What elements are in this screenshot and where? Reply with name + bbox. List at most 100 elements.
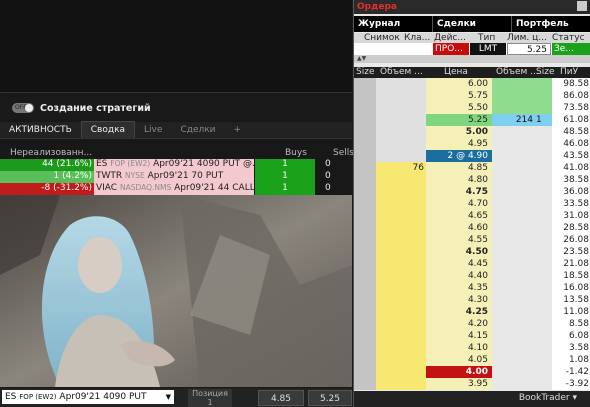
ask-size-cell[interactable] <box>535 330 552 342</box>
bid-size-cell[interactable] <box>354 102 376 114</box>
bid-volume-cell[interactable] <box>376 114 426 126</box>
bid-size-cell[interactable] <box>354 78 376 90</box>
bid-size-cell[interactable] <box>354 246 376 258</box>
tab-4[interactable]: + <box>225 122 251 138</box>
collapse-icon[interactable]: ▲▼ <box>357 55 366 62</box>
ask-volume-cell[interactable] <box>492 258 535 270</box>
book-row[interactable]: 4.70 33.58 <box>354 198 590 210</box>
book-row[interactable]: 5.75 86.08 <box>354 90 590 102</box>
book-row[interactable]: 4.25 11.08 <box>354 306 590 318</box>
ask-size-cell[interactable] <box>535 258 552 270</box>
order-col-header[interactable]: Снимок <box>364 33 400 43</box>
tab-0[interactable]: АКТИВНОСТЬ <box>0 122 81 138</box>
price-cell[interactable]: 4.30 <box>426 294 492 306</box>
ask-size-cell[interactable] <box>535 186 552 198</box>
book-col-header[interactable]: ПиУ <box>560 67 578 77</box>
book-row[interactable]: 4.80 38.58 <box>354 174 590 186</box>
bid-volume-cell[interactable] <box>376 294 426 306</box>
ask-volume-cell[interactable] <box>492 126 535 138</box>
ask-volume-cell[interactable] <box>492 330 535 342</box>
book-row[interactable]: 4.15 6.08 <box>354 330 590 342</box>
bid-volume-cell[interactable]: 76 <box>376 162 426 174</box>
ask-size-cell[interactable] <box>535 270 552 282</box>
book-row[interactable]: 3.95 -3.92 <box>354 378 590 390</box>
order-col-header[interactable]: Статус <box>552 33 585 43</box>
bid-size-cell[interactable] <box>354 258 376 270</box>
book-row[interactable]: 4.60 28.58 <box>354 222 590 234</box>
price-cell[interactable]: 4.20 <box>426 318 492 330</box>
unrealized-header[interactable]: Нереализованн... <box>10 148 92 158</box>
ask-volume-cell[interactable] <box>492 78 535 90</box>
bid-size-cell[interactable] <box>354 270 376 282</box>
caret-down-icon[interactable]: ▾ <box>572 393 577 403</box>
booktrader-label[interactable]: BookTrader <box>519 393 570 403</box>
ask-volume-cell[interactable] <box>492 282 535 294</box>
book-row[interactable]: 4.00 -1.42 <box>354 366 590 378</box>
ask-size-cell[interactable] <box>535 306 552 318</box>
bid-volume-cell[interactable] <box>376 234 426 246</box>
ask-volume-cell[interactable] <box>492 90 535 102</box>
ask-size-cell[interactable] <box>535 294 552 306</box>
ask-volume-cell[interactable] <box>492 246 535 258</box>
price-cell[interactable]: 5.75 <box>426 90 492 102</box>
book-col-header[interactable]: Объем ... <box>380 67 423 77</box>
ask-volume-cell[interactable] <box>492 378 535 390</box>
bid-volume-cell[interactable] <box>376 90 426 102</box>
bid-size-cell[interactable] <box>354 234 376 246</box>
book-row[interactable]: 5.50 73.58 <box>354 102 590 114</box>
ask-size-cell[interactable] <box>535 246 552 258</box>
ask-size-cell[interactable] <box>535 234 552 246</box>
ask-size-cell[interactable] <box>535 222 552 234</box>
book-col-header[interactable]: Цена <box>444 67 468 77</box>
bid-size-cell[interactable] <box>354 294 376 306</box>
bid-volume-cell[interactable] <box>376 378 426 390</box>
price-cell[interactable]: 4.40 <box>426 270 492 282</box>
book-row[interactable]: 4.45 21.08 <box>354 258 590 270</box>
bid-size-cell[interactable] <box>354 90 376 102</box>
bid-volume-cell[interactable] <box>376 186 426 198</box>
order-action[interactable]: ПРО... <box>433 43 469 55</box>
bid-volume-cell[interactable] <box>376 366 426 378</box>
price-cell[interactable]: 4.70 <box>426 198 492 210</box>
order-col-header[interactable]: Тип <box>478 33 495 43</box>
ask-size-cell[interactable] <box>535 198 552 210</box>
bid-volume-cell[interactable] <box>376 150 426 162</box>
ask-size-cell[interactable] <box>535 210 552 222</box>
price-cell[interactable]: 4.95 <box>426 138 492 150</box>
splitter[interactable]: ▲▼ <box>354 55 590 63</box>
ask-size-cell[interactable] <box>535 78 552 90</box>
ask-size-cell[interactable] <box>535 162 552 174</box>
ask-volume-cell[interactable] <box>492 150 535 162</box>
bid-button[interactable]: 4.85 <box>258 390 304 406</box>
bid-volume-cell[interactable] <box>376 318 426 330</box>
activity-row[interactable]: 44 (21.6%) ES FOP (EW2) Apr09'21 4090 PUT… <box>0 159 352 171</box>
ask-size-cell[interactable] <box>535 318 552 330</box>
price-cell[interactable]: 5.00 <box>426 126 492 138</box>
book-row[interactable]: 4.75 36.08 <box>354 186 590 198</box>
activity-row[interactable]: 1 (4.2%) TWTR NYSE Apr09'21 70 PUT 1 0 <box>0 171 352 183</box>
book-row[interactable]: 4.65 31.08 <box>354 210 590 222</box>
price-cell[interactable]: 4.05 <box>426 354 492 366</box>
ask-volume-cell[interactable] <box>492 162 535 174</box>
book-row[interactable]: 6.00 98.58 <box>354 78 590 90</box>
book-row[interactable]: 4.95 46.08 <box>354 138 590 150</box>
price-cell[interactable]: 4.75 <box>426 186 492 198</box>
price-cell[interactable]: 4.85 <box>426 162 492 174</box>
bid-size-cell[interactable] <box>354 378 376 390</box>
ask-volume-cell[interactable] <box>492 138 535 150</box>
ask-volume-cell[interactable] <box>492 198 535 210</box>
bid-size-cell[interactable] <box>354 318 376 330</box>
ask-volume-cell[interactable]: 214 <box>492 114 535 126</box>
price-cell[interactable]: 4.65 <box>426 210 492 222</box>
order-row[interactable]: ПРО... LMT 5.25 Зе... <box>354 43 590 55</box>
price-cell[interactable]: 4.55 <box>426 234 492 246</box>
ask-volume-cell[interactable] <box>492 102 535 114</box>
tab-2[interactable]: Live <box>135 122 171 138</box>
book-col-header[interactable]: Size <box>536 67 554 77</box>
bid-volume-cell[interactable] <box>376 246 426 258</box>
book-row[interactable]: 4.35 16.08 <box>354 282 590 294</box>
book-row[interactable]: 76 4.85 41.08 <box>354 162 590 174</box>
bid-volume-cell[interactable] <box>376 306 426 318</box>
bid-volume-cell[interactable] <box>376 330 426 342</box>
bid-size-cell[interactable] <box>354 330 376 342</box>
